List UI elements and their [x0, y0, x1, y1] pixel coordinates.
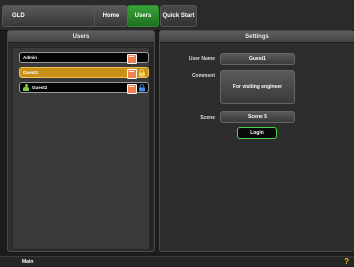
comment-label: Comment [191, 73, 215, 79]
users-list: Admin Guest1 Guest2 [12, 47, 150, 250]
list-item-guest2[interactable]: Guest2 [19, 82, 149, 94]
tab-users[interactable]: Users [127, 5, 159, 27]
list-item-guest1[interactable]: Guest1 [19, 67, 149, 79]
user-name-label: Guest1 [23, 70, 39, 75]
bottom-bar: Main ? [0, 256, 354, 266]
scene-label: Scene [200, 115, 215, 121]
users-panel: Users Admin Guest1 Guest2 [7, 30, 155, 252]
tab-quick-start[interactable]: Quick Start [160, 5, 197, 27]
user-icon [23, 83, 29, 92]
comment-field[interactable]: For visiting engineer [220, 70, 295, 104]
user-name-label: Admin [23, 55, 37, 60]
users-scrollbar[interactable] [150, 47, 154, 250]
user-name-label: Guest2 [32, 85, 48, 90]
login-button[interactable]: Login [237, 127, 277, 139]
user-name-label: User Name [188, 56, 215, 62]
tab-device[interactable]: GLD [2, 5, 97, 27]
lock-icon[interactable] [138, 69, 146, 77]
tab-home[interactable]: Home [94, 5, 128, 27]
settings-panel: Settings User Name Guest1 Comment For vi… [159, 30, 354, 252]
users-panel-title: Users [8, 31, 154, 43]
settings-panel-title: Settings [160, 31, 354, 43]
list-item-admin[interactable]: Admin [19, 52, 149, 64]
lock-icon[interactable] [138, 84, 146, 92]
user-settings-icon[interactable] [127, 54, 137, 64]
scene-field[interactable]: Scene 5 [220, 111, 295, 123]
user-settings-icon[interactable] [127, 69, 137, 79]
user-settings-icon[interactable] [127, 84, 137, 94]
user-name-field[interactable]: Guest1 [220, 53, 295, 65]
